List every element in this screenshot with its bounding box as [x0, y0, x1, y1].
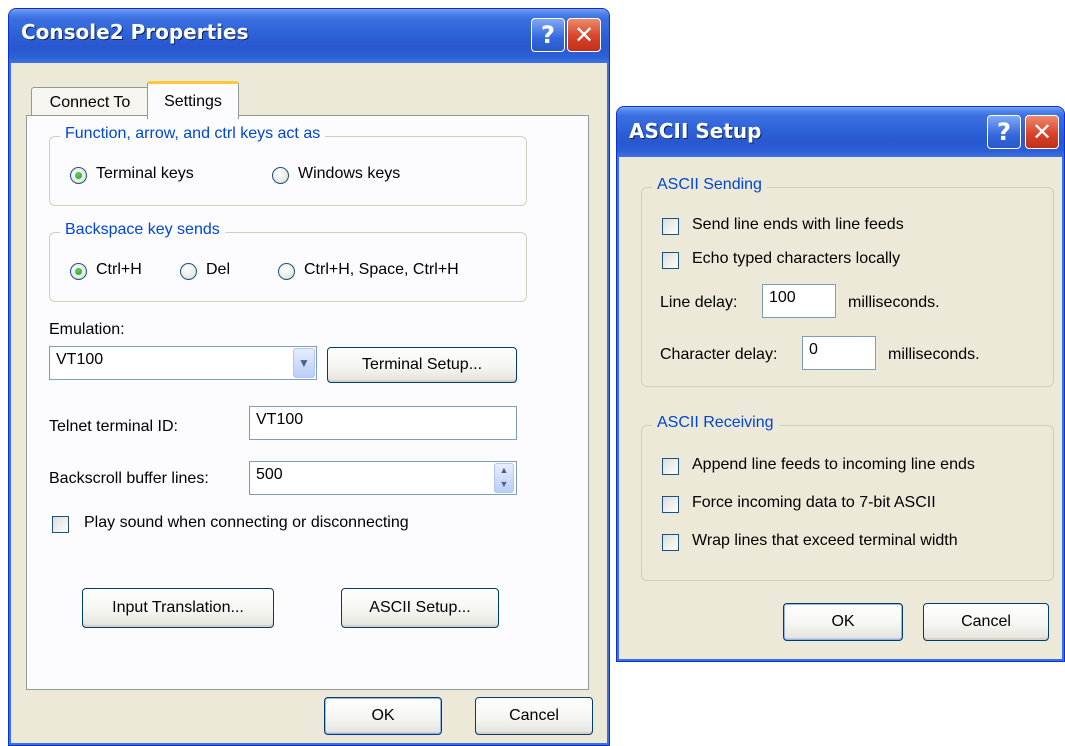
ascii-sending-group: ASCII Sending Send line ends with line f…: [641, 176, 1054, 387]
del-label: Del: [206, 261, 231, 278]
char-delay-value: 0: [809, 341, 818, 358]
close-icon: ✕: [1031, 118, 1053, 146]
ok-label: OK: [371, 707, 395, 724]
ctrl-h-space-radio[interactable]: [278, 263, 295, 280]
force-7bit-label: Force incoming data to 7-bit ASCII: [692, 494, 936, 511]
help-icon: ?: [541, 21, 555, 49]
cancel-button[interactable]: Cancel: [475, 697, 593, 735]
ok-button[interactable]: OK: [324, 697, 442, 735]
windows-keys-label: Windows keys: [298, 165, 401, 182]
close-button[interactable]: ✕: [567, 18, 601, 52]
char-delay-label: Character delay:: [660, 346, 778, 363]
window-title: Console2 Properties: [21, 20, 249, 44]
tab-label: Connect To: [49, 93, 131, 111]
backscroll-spinner[interactable]: ▲ ▼: [494, 463, 514, 493]
spin-down-icon[interactable]: ▼: [495, 478, 513, 492]
ascii-setup-button[interactable]: ASCII Setup...: [341, 588, 499, 628]
tab-connect-to[interactable]: Connect To: [31, 87, 149, 117]
help-icon: ?: [997, 118, 1011, 146]
emulation-dropdown-button[interactable]: ▼: [293, 348, 315, 378]
telnet-id-label: Telnet terminal ID:: [49, 418, 178, 435]
play-sound-label: Play sound when connecting or disconnect…: [84, 514, 409, 531]
terminal-keys-radio[interactable]: [70, 167, 87, 184]
tab-label: Settings: [164, 92, 222, 110]
title-bar[interactable]: Console2 Properties ? ✕: [9, 9, 609, 63]
terminal-keys-label: Terminal keys: [96, 165, 194, 182]
telnet-id-input[interactable]: VT100: [249, 406, 517, 440]
ok-label: OK: [831, 613, 855, 630]
emulation-label: Emulation:: [49, 321, 125, 338]
ascii-setup-window: ASCII Setup ? ✕ ASCII Sending Send line …: [616, 106, 1065, 662]
title-bar[interactable]: ASCII Setup ? ✕: [617, 107, 1064, 157]
ctrl-h-label: Ctrl+H: [96, 261, 142, 278]
help-button[interactable]: ?: [987, 115, 1021, 149]
backscroll-label: Backscroll buffer lines:: [49, 470, 209, 487]
close-icon: ✕: [573, 21, 595, 49]
del-radio[interactable]: [180, 263, 197, 280]
play-sound-checkbox[interactable]: [52, 516, 69, 533]
ascii-setup-label: ASCII Setup...: [369, 599, 471, 616]
window-title: ASCII Setup: [629, 119, 762, 143]
char-delay-input[interactable]: 0: [802, 336, 876, 370]
line-delay-value: 100: [769, 289, 796, 306]
close-button[interactable]: ✕: [1025, 115, 1059, 149]
ascii-receiving-group: ASCII Receiving Append line feeds to inc…: [641, 414, 1054, 581]
emulation-value: VT100: [56, 351, 104, 368]
backscroll-value: 500: [256, 466, 283, 483]
input-translation-button[interactable]: Input Translation...: [82, 588, 274, 628]
backspace-legend: Backspace key sends: [60, 221, 225, 239]
cancel-label: Cancel: [509, 707, 559, 724]
telnet-id-value: VT100: [256, 411, 304, 428]
function-keys-legend: Function, arrow, and ctrl keys act as: [60, 125, 326, 143]
echo-typed-checkbox[interactable]: [662, 252, 679, 269]
input-translation-label: Input Translation...: [112, 599, 244, 616]
tab-settings[interactable]: Settings: [147, 81, 239, 119]
settings-tab-page: Function, arrow, and ctrl keys act as Te…: [26, 115, 589, 690]
help-button[interactable]: ?: [531, 18, 565, 52]
emulation-select[interactable]: VT100: [49, 346, 317, 380]
send-line-ends-label: Send line ends with line feeds: [692, 216, 904, 233]
append-line-feeds-label: Append line feeds to incoming line ends: [692, 456, 975, 473]
line-delay-input[interactable]: 100: [762, 284, 836, 318]
spin-up-icon[interactable]: ▲: [495, 464, 513, 478]
windows-keys-radio[interactable]: [272, 167, 289, 184]
line-delay-unit: milliseconds.: [848, 294, 940, 311]
ok-button[interactable]: OK: [783, 603, 903, 641]
function-keys-group: Function, arrow, and ctrl keys act as Te…: [49, 125, 527, 206]
cancel-label: Cancel: [961, 613, 1011, 630]
wrap-lines-checkbox[interactable]: [662, 534, 679, 551]
append-line-feeds-checkbox[interactable]: [662, 458, 679, 475]
echo-typed-label: Echo typed characters locally: [692, 250, 901, 267]
console2-properties-window: Console2 Properties ? ✕ Connect To Setti…: [8, 8, 610, 746]
backscroll-input[interactable]: 500: [249, 461, 517, 495]
chevron-down-icon: ▼: [298, 356, 310, 370]
ctrl-h-radio[interactable]: [70, 263, 87, 280]
line-delay-label: Line delay:: [660, 294, 738, 311]
wrap-lines-label: Wrap lines that exceed terminal width: [692, 532, 958, 549]
ascii-receiving-legend: ASCII Receiving: [652, 414, 779, 432]
ascii-sending-legend: ASCII Sending: [652, 176, 767, 194]
terminal-setup-label: Terminal Setup...: [361, 356, 483, 373]
terminal-setup-button[interactable]: Terminal Setup...: [327, 347, 517, 383]
backspace-group: Backspace key sends Ctrl+H Del Ctrl+H, S…: [49, 221, 527, 302]
send-line-ends-checkbox[interactable]: [662, 218, 679, 235]
ctrl-h-space-label: Ctrl+H, Space, Ctrl+H: [304, 261, 459, 278]
cancel-button[interactable]: Cancel: [923, 603, 1049, 641]
char-delay-unit: milliseconds.: [888, 346, 980, 363]
force-7bit-checkbox[interactable]: [662, 496, 679, 513]
